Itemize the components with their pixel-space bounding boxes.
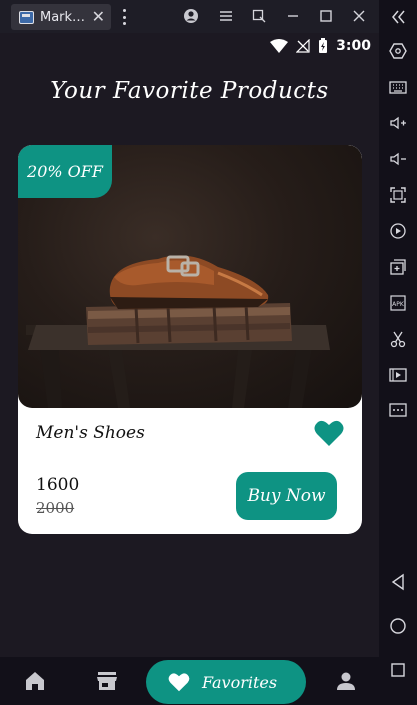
favorite-heart-icon[interactable] — [314, 419, 344, 447]
nav-favorites[interactable]: Favorites — [146, 660, 306, 704]
bottom-navigation: Favorites — [0, 657, 379, 705]
product-image: 20% OFF — [18, 145, 362, 408]
close-window-icon[interactable] — [351, 8, 367, 24]
no-signal-icon — [296, 39, 310, 53]
tab-title: Mark… — [40, 9, 86, 25]
app-icon — [19, 10, 34, 24]
back-icon[interactable] — [388, 572, 408, 592]
apk-install-icon[interactable]: APK — [388, 293, 408, 313]
wifi-icon — [270, 39, 289, 53]
scissors-icon[interactable] — [388, 329, 408, 349]
product-name: Men's Shoes — [36, 423, 145, 443]
store-icon[interactable] — [95, 669, 119, 693]
heart-icon — [168, 673, 190, 692]
discount-badge: 20% OFF — [18, 145, 112, 198]
close-tab-icon[interactable]: ✕ — [92, 7, 105, 26]
keyboard-icon[interactable] — [388, 77, 408, 97]
battery-charging-icon — [319, 38, 328, 53]
page-title: Your Favorite Products — [50, 78, 329, 104]
emulator-sidebar: APK — [379, 0, 417, 705]
volume-down-icon[interactable] — [388, 149, 408, 169]
nav-favorites-label: Favorites — [202, 672, 278, 692]
maximize-icon[interactable] — [318, 8, 334, 24]
person-icon[interactable] — [334, 669, 358, 693]
current-price: 1600 — [36, 475, 80, 495]
home-icon[interactable] — [23, 669, 47, 693]
svg-text:APK: APK — [392, 301, 405, 308]
add-window-icon[interactable] — [388, 257, 408, 277]
fullscreen-icon[interactable] — [388, 185, 408, 205]
settings-hex-icon[interactable] — [388, 41, 408, 61]
phone-screen: 3:00 Your Favorite Products 20% OFF Men'… — [0, 33, 379, 705]
screenshot-icon[interactable] — [251, 8, 267, 24]
account-icon[interactable] — [183, 8, 199, 24]
more-options-icon[interactable] — [388, 400, 408, 420]
original-price: 2000 — [36, 499, 75, 517]
status-time: 3:00 — [336, 38, 371, 54]
status-bar: 3:00 — [270, 36, 371, 56]
emulator-title-bar: Mark… ✕ — [0, 0, 417, 33]
buy-now-button[interactable]: Buy Now — [236, 472, 337, 520]
recents-icon[interactable] — [388, 660, 408, 680]
minimize-icon[interactable] — [285, 8, 301, 24]
video-record-icon[interactable] — [388, 365, 408, 385]
emulator-window: Mark… ✕ APK 3:00 Your Favorite Products … — [0, 0, 417, 705]
collapse-sidebar-icon[interactable] — [388, 7, 408, 27]
more-menu-icon[interactable] — [119, 7, 129, 27]
window-tab[interactable]: Mark… ✕ — [11, 4, 111, 30]
product-card[interactable]: 20% OFF Men's Shoes 1600 2000 Buy Now — [18, 145, 362, 534]
volume-up-icon[interactable] — [388, 113, 408, 133]
home-circle-icon[interactable] — [388, 616, 408, 636]
hamburger-menu-icon[interactable] — [218, 8, 234, 24]
rotate-icon[interactable] — [388, 221, 408, 241]
